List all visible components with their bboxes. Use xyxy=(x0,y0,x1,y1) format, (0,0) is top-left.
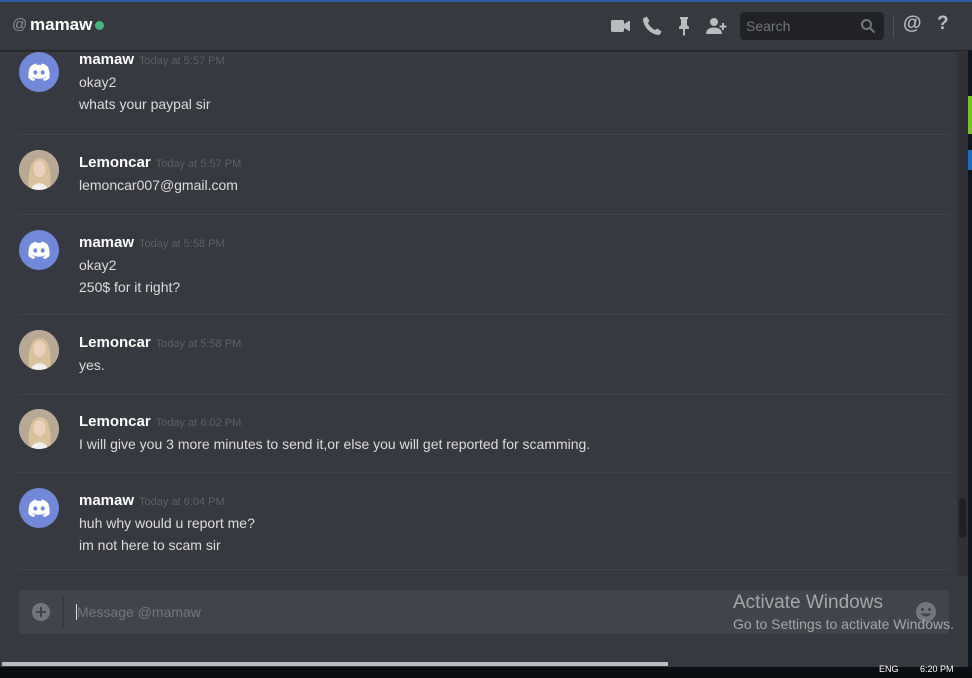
message-text: I will give you 3 more minutes to send i… xyxy=(79,436,591,452)
message-list: mamaw Today at 5:57 PM okay2 whats your p… xyxy=(0,51,958,576)
header-divider xyxy=(893,16,894,38)
message-author[interactable]: mamaw Today at 5:57 PM xyxy=(79,51,225,68)
activate-windows-subtitle: Go to Settings to activate Windows. xyxy=(733,616,954,632)
message-group: Lemoncar Today at 6:02 PM I will give you… xyxy=(18,393,950,473)
taskbar-clock[interactable]: 6:20 PM xyxy=(920,664,954,674)
add-friend-icon[interactable] xyxy=(704,14,728,38)
message-text: yes. xyxy=(79,357,105,373)
message-text: 250$ for it right? xyxy=(79,279,181,295)
search-box[interactable]: Search xyxy=(740,12,884,40)
discord-logo-avatar[interactable] xyxy=(19,52,59,92)
message-timestamp: Today at 5:57 PM xyxy=(155,158,242,170)
author-name[interactable]: Lemoncar xyxy=(79,334,151,351)
taskbar-language[interactable]: ENG xyxy=(879,664,899,674)
message-text: huh why would u report me? xyxy=(79,515,255,531)
photo-avatar[interactable] xyxy=(19,330,59,370)
voice-call-icon[interactable] xyxy=(640,14,664,38)
message-timestamp: Today at 6:02 PM xyxy=(155,417,242,429)
activate-windows-title: Activate Windows xyxy=(733,592,883,613)
message-text: okay2 xyxy=(79,74,117,90)
message-author[interactable]: Lemoncar Today at 5:57 PM xyxy=(79,154,241,171)
attach-plus-icon[interactable] xyxy=(31,602,51,622)
photo-avatar[interactable] xyxy=(19,409,59,449)
message-group: mamaw Today at 6:04 PM huh why would u re… xyxy=(18,472,950,570)
discord-logo-avatar[interactable] xyxy=(19,488,59,528)
message-author[interactable]: mamaw Today at 6:04 PM xyxy=(79,492,225,509)
scrollbar-thumb[interactable] xyxy=(959,498,966,538)
online-status-dot xyxy=(95,21,104,30)
windows-taskbar: ENG 6:20 PM xyxy=(0,664,972,678)
message-author[interactable]: mamaw Today at 5:58 PM xyxy=(79,234,225,251)
pin-icon[interactable] xyxy=(672,14,696,38)
message-scrollbar[interactable] xyxy=(957,51,968,576)
message-timestamp: Today at 5:58 PM xyxy=(139,238,225,250)
message-author[interactable]: Lemoncar Today at 6:02 PM xyxy=(79,413,241,430)
author-name[interactable]: mamaw xyxy=(79,234,134,251)
horizontal-scrollbar[interactable] xyxy=(2,662,668,666)
photo-avatar[interactable] xyxy=(19,150,59,190)
discord-app-window: @ mamaw Search @ ? mamaw Today at 5:57 P… xyxy=(0,0,972,678)
message-timestamp: Today at 5:57 PM xyxy=(139,55,225,67)
help-icon[interactable]: ? xyxy=(937,13,949,35)
discord-logo-avatar[interactable] xyxy=(19,230,59,270)
desktop-edge-accent xyxy=(968,96,972,134)
mention-icon[interactable]: @ xyxy=(903,13,922,35)
message-text: whats your paypal sir xyxy=(79,96,211,112)
message-author[interactable]: Lemoncar Today at 5:58 PM xyxy=(79,334,241,351)
search-placeholder: Search xyxy=(746,18,791,34)
message-timestamp: Today at 5:58 PM xyxy=(155,338,242,350)
author-name[interactable]: mamaw xyxy=(79,492,134,509)
message-text: im not here to scam sir xyxy=(79,537,221,553)
composer-divider xyxy=(63,596,64,628)
author-name[interactable]: Lemoncar xyxy=(79,154,151,171)
author-name[interactable]: mamaw xyxy=(79,51,134,68)
message-group: mamaw Today at 5:57 PM okay2 whats your p… xyxy=(18,51,950,135)
message-group: Lemoncar Today at 5:58 PM yes. xyxy=(18,314,950,395)
desktop-edge xyxy=(968,50,972,670)
desktop-edge-accent xyxy=(968,150,972,170)
message-group: mamaw Today at 5:58 PM okay2 250$ for it … xyxy=(18,214,950,315)
channel-title[interactable]: mamaw xyxy=(30,15,92,35)
message-text: okay2 xyxy=(79,257,117,273)
message-text: lemoncar007@gmail.com xyxy=(79,177,238,193)
message-timestamp: Today at 6:04 PM xyxy=(139,496,225,508)
author-name[interactable]: Lemoncar xyxy=(79,413,151,430)
dm-at-icon: @ xyxy=(12,16,28,33)
video-call-icon[interactable] xyxy=(609,14,633,38)
channel-header: @ mamaw Search @ ? xyxy=(0,2,970,51)
message-group: Lemoncar Today at 5:57 PM lemoncar007@gma… xyxy=(18,134,950,215)
search-icon[interactable] xyxy=(860,18,876,34)
